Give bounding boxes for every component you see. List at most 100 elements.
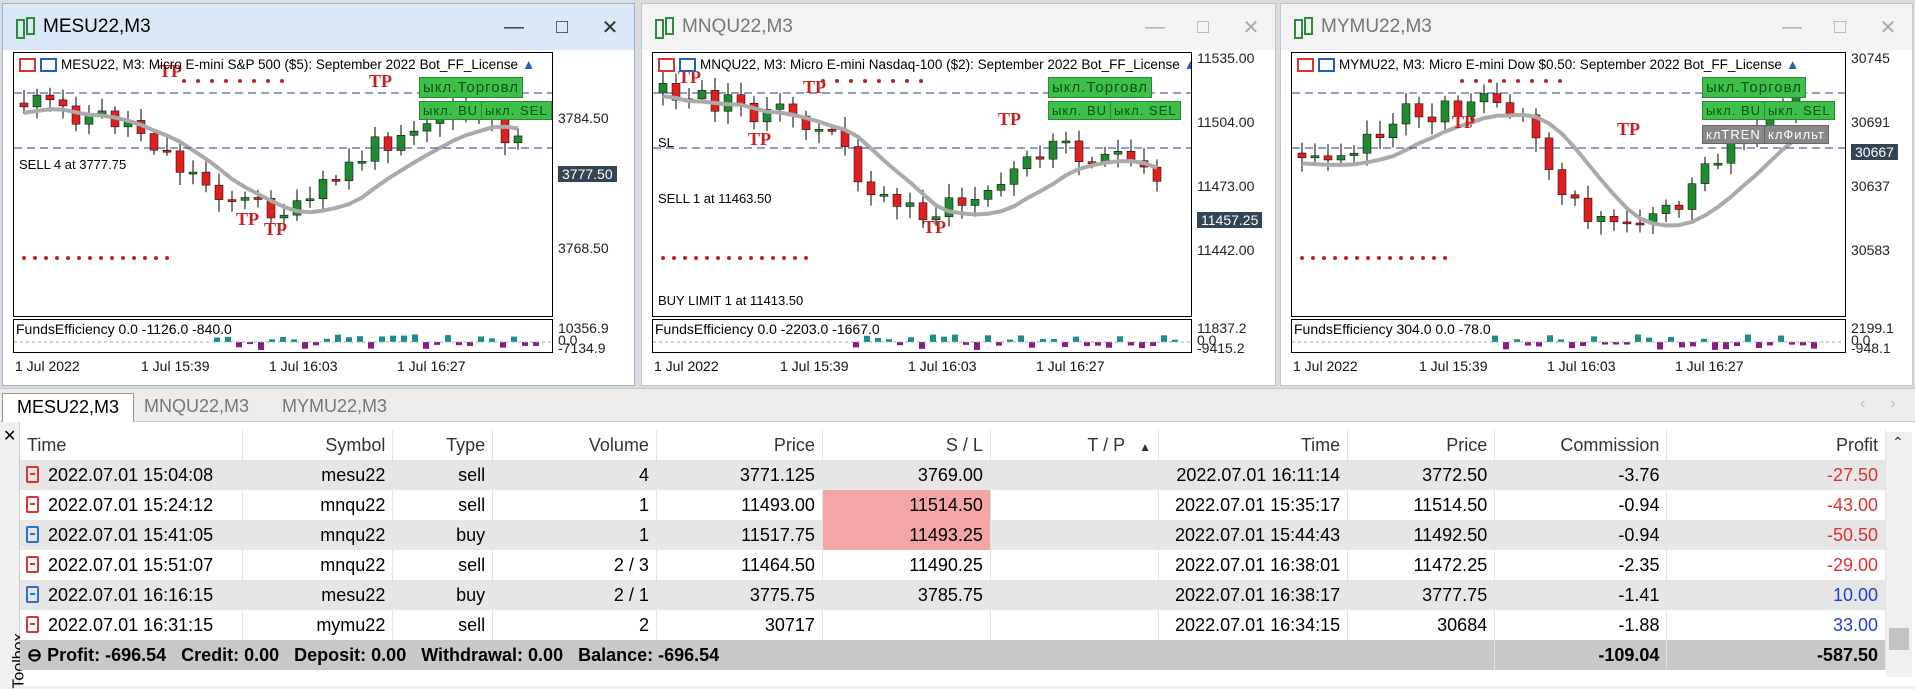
menu-icon[interactable] bbox=[1297, 57, 1314, 72]
menu-icon[interactable] bbox=[658, 57, 675, 72]
price-plot[interactable]: TP TP TP TP MESU22, M3: Micro E-mini S&P 50… bbox=[13, 52, 553, 317]
price-plot[interactable]: TP TP TP TP TP MNQU22, M3: Micro E-mini Nasd… bbox=[652, 52, 1192, 317]
sell-toggle-button[interactable]: ыкл. SEL bbox=[1110, 101, 1181, 120]
chevron-up-icon[interactable]: ⌃ bbox=[1892, 434, 1904, 451]
signal-dot bbox=[1502, 79, 1506, 83]
indicator-bar bbox=[1569, 342, 1575, 349]
tp-marker: TP bbox=[803, 77, 826, 97]
vertical-scrollbar[interactable]: ⌃ bbox=[1886, 432, 1912, 677]
indicator-bar bbox=[1690, 342, 1696, 347]
signal-dot bbox=[77, 256, 81, 260]
table-row[interactable]: 2022.07.01 15:24:12 mnqu22 sell 1 11493.00 11… bbox=[20, 490, 1886, 520]
sell-toggle-button[interactable]: ыкл. SEL bbox=[481, 101, 552, 120]
table-row[interactable]: 2022.07.01 16:16:15 mesu22 buy 2 / 1 3775.75… bbox=[20, 580, 1886, 610]
buy-toggle-button[interactable]: ыкл. BU bbox=[1048, 101, 1112, 120]
sell-deal-icon bbox=[26, 465, 39, 483]
column-header[interactable]: Profit bbox=[1666, 430, 1886, 460]
price-plot[interactable]: TP TP MYMU22, M3: Micro E-mini Dow $0.50:… bbox=[1291, 52, 1846, 317]
position-label: SELL 4 at 3777.75 bbox=[19, 157, 127, 172]
menu-icon[interactable] bbox=[19, 57, 36, 72]
column-header[interactable]: Commission bbox=[1494, 430, 1668, 460]
chart-type-icon[interactable] bbox=[40, 57, 57, 72]
table-cell-close-price: 3772.50 bbox=[1347, 460, 1496, 490]
column-header[interactable]: Time bbox=[20, 430, 244, 460]
table-cell-symbol: mesu22 bbox=[242, 460, 394, 490]
signal-dot bbox=[252, 79, 256, 83]
candle-body bbox=[188, 171, 198, 175]
indicator-subwindow[interactable]: FundsEfficiency 0.0 -1126.0 -840.0 bbox=[13, 319, 553, 353]
column-header[interactable]: Time bbox=[1158, 430, 1349, 460]
candle-body bbox=[1557, 169, 1567, 195]
table-row[interactable]: 2022.07.01 15:51:07 mnqu22 sell 2 / 3 11464.… bbox=[20, 550, 1886, 580]
table-cell-volume: 4 bbox=[492, 460, 657, 490]
summary-row: ⊖ Profit: -696.54 Credit: 0.00 Deposit: … bbox=[20, 640, 1886, 670]
close-icon[interactable]: ✕ bbox=[3, 426, 16, 446]
maximize-icon[interactable]: □ bbox=[538, 16, 586, 39]
table-row[interactable]: 2022.07.01 15:41:05 mnqu22 buy 1 11517.75 114… bbox=[20, 520, 1886, 550]
column-header[interactable]: Symbol bbox=[242, 430, 394, 460]
chart-window-titlebar[interactable]: MNQU22,M3 — □ ✕ bbox=[642, 4, 1275, 50]
signal-dot bbox=[891, 79, 895, 83]
close-icon[interactable]: ✕ bbox=[1864, 15, 1912, 40]
chart-window-mymu22[interactable]: MYMU22,M3 — □ ✕ TP TP MYMU22, M3: Micro E… bbox=[1280, 3, 1913, 386]
chart-window-titlebar[interactable]: MYMU22,M3 — □ ✕ bbox=[1281, 4, 1912, 50]
minimize-icon[interactable]: — bbox=[1768, 16, 1816, 39]
trading-toggle-button[interactable]: ыкл.Торговл bbox=[1702, 77, 1806, 98]
buy-toggle-button[interactable]: ыкл. BU bbox=[419, 101, 483, 120]
chevron-right-icon[interactable]: › bbox=[1890, 395, 1895, 413]
trading-toggle-button[interactable]: ыкл.Торговл bbox=[419, 77, 523, 98]
sell-toggle-button[interactable]: ыкл. SEL bbox=[1764, 101, 1835, 120]
maximize-icon[interactable]: □ bbox=[1179, 16, 1227, 39]
candle-body bbox=[19, 102, 29, 108]
signal-dot bbox=[1366, 256, 1370, 260]
table-row[interactable]: 2022.07.01 16:31:15 mymu22 sell 2 30717 2022.… bbox=[20, 610, 1886, 640]
scrollbar-thumb[interactable] bbox=[1889, 628, 1909, 650]
chevron-left-icon[interactable]: ‹ bbox=[1860, 395, 1865, 413]
signal-dot bbox=[210, 79, 214, 83]
column-header[interactable]: Price bbox=[1347, 430, 1496, 460]
chart-type-icon[interactable] bbox=[679, 57, 696, 72]
tab-mymu22[interactable]: MYMU22,M3 bbox=[268, 393, 401, 422]
indicator-bar bbox=[941, 336, 947, 342]
column-header[interactable]: Volume bbox=[492, 430, 657, 460]
minimize-icon[interactable]: — bbox=[1131, 16, 1179, 39]
candle-body bbox=[1362, 133, 1372, 154]
trading-toggle-button[interactable]: ыкл.Торговл bbox=[1048, 77, 1152, 98]
table-cell-close-price: 3777.75 bbox=[1347, 580, 1496, 610]
indicator-bar bbox=[467, 342, 473, 346]
indicator-bar bbox=[511, 336, 517, 342]
candle-body bbox=[1713, 162, 1723, 166]
buy-toggle-button[interactable]: ыкл. BU bbox=[1702, 101, 1766, 120]
indicator-bar bbox=[853, 342, 859, 348]
indicator-subwindow[interactable]: FundsEfficiency 304.0 0.0 -78.0 bbox=[1291, 319, 1846, 353]
column-header[interactable]: Type bbox=[392, 430, 494, 460]
column-header[interactable]: S / L bbox=[822, 430, 991, 460]
filter-button[interactable]: клФильт bbox=[1764, 125, 1829, 144]
minimize-icon[interactable]: — bbox=[490, 16, 538, 39]
table-cell-commission: -3.76 bbox=[1494, 460, 1668, 490]
table-row[interactable]: 2022.07.01 15:04:08 mesu22 sell 4 3771.125 37… bbox=[20, 460, 1886, 490]
candle-body bbox=[1061, 140, 1071, 144]
close-icon[interactable]: ✕ bbox=[1227, 15, 1275, 40]
column-header[interactable]: T / P ▲ bbox=[990, 430, 1159, 460]
table-cell-tp bbox=[990, 550, 1159, 580]
indicator-subwindow[interactable]: FundsEfficiency 0.0 -2203.0 -1667.0 bbox=[652, 319, 1192, 353]
table-cell-close-price: 30684 bbox=[1347, 610, 1496, 640]
close-icon[interactable]: ✕ bbox=[586, 15, 634, 40]
chart-window-mesu22[interactable]: MESU22,M3 — □ ✕ TP TP TP TP MESU22, M3: Mic… bbox=[2, 3, 635, 386]
table-cell-commission: -1.41 bbox=[1494, 580, 1668, 610]
table-cell-profit: -29.00 bbox=[1666, 550, 1886, 580]
chart-type-icon[interactable] bbox=[1318, 57, 1335, 72]
column-header[interactable]: Price bbox=[656, 430, 823, 460]
chart-window-mnqu22[interactable]: MNQU22,M3 — □ ✕ TP TP TP TP TP MNQU22, M3: M… bbox=[641, 3, 1276, 386]
trend-filter-button[interactable]: клTREN bbox=[1702, 125, 1765, 144]
maximize-icon[interactable]: □ bbox=[1816, 16, 1864, 39]
signal-dot bbox=[44, 256, 48, 260]
signal-dot bbox=[1443, 256, 1447, 260]
signal-dot bbox=[182, 79, 186, 83]
tp-marker: TP bbox=[923, 217, 946, 237]
tab-mnqu22[interactable]: MNQU22,M3 bbox=[130, 393, 263, 422]
chart-window-titlebar[interactable]: MESU22,M3 — □ ✕ bbox=[3, 4, 634, 50]
tab-mesu22[interactable]: MESU22,M3 bbox=[2, 393, 135, 422]
collapse-icon[interactable]: ⊖ bbox=[27, 645, 47, 665]
